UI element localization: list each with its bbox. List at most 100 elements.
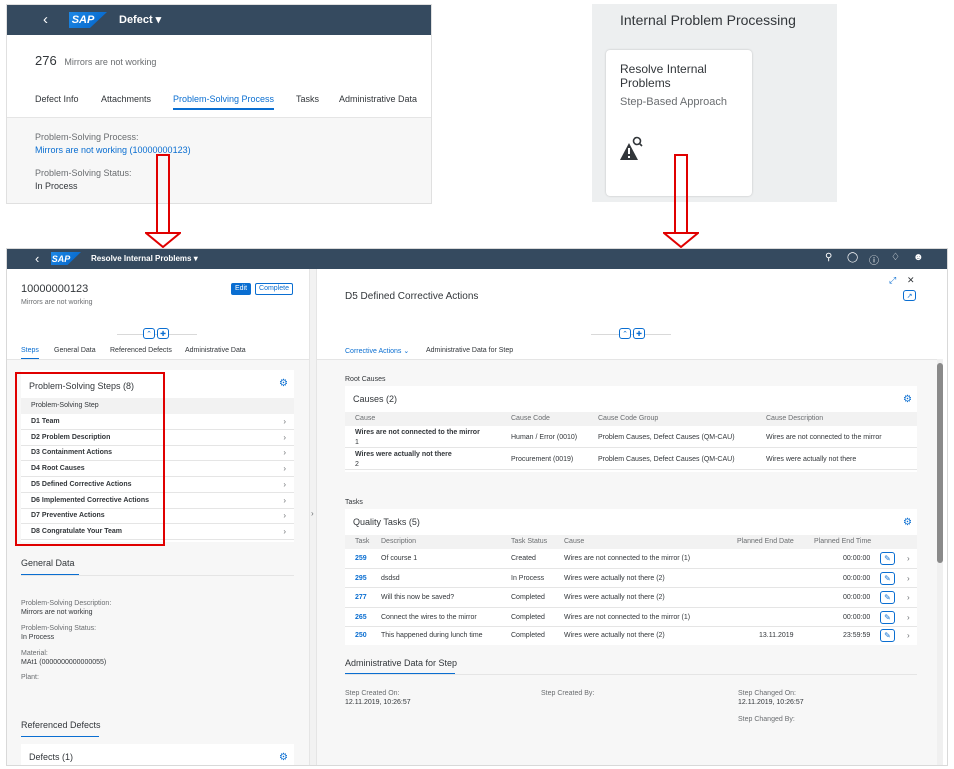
task-description: Connect the wires to the mirror xyxy=(381,613,477,621)
sap-logo: SAP xyxy=(51,252,81,265)
defect-shellbar: ‹ SAP Defect ▾ xyxy=(7,5,431,35)
task-row-4[interactable]: 265 Connect the wires to the mirror Comp… xyxy=(345,608,917,628)
edit-icon[interactable]: ✎ xyxy=(880,591,895,605)
pin-icon[interactable]: ✚ xyxy=(157,328,169,339)
back-icon[interactable]: ‹ xyxy=(43,11,48,28)
task-date: 13.11.2019 xyxy=(759,632,794,640)
created-on-value: 12.11.2019, 10:26:57 xyxy=(345,699,411,706)
cause-desc: Wires are not connected to the mirror xyxy=(766,434,882,441)
highlight-box xyxy=(15,372,165,546)
task-id-link[interactable]: 277 xyxy=(355,594,367,601)
tab-admin-data-for-step[interactable]: Administrative Data for Step xyxy=(426,347,513,354)
chevron-right-icon[interactable]: › xyxy=(907,574,910,583)
task-time: 00:00:00 xyxy=(843,555,871,562)
task-cause: Wires are not connected to the mirror (1… xyxy=(564,555,691,562)
search-icon[interactable]: ⚲ xyxy=(825,252,832,263)
chevron-right-icon[interactable]: › xyxy=(907,631,910,640)
tab-referenced-defects[interactable]: Referenced Defects xyxy=(110,347,172,354)
chevron-right-icon: › xyxy=(283,511,286,521)
task-row-5[interactable]: 250 This happened during lunch time Comp… xyxy=(345,627,917,645)
tab-attachments[interactable]: Attachments xyxy=(101,94,151,104)
left-column: 10000000123 Mirrors are not working Edit… xyxy=(7,269,309,765)
task-id-link[interactable]: 259 xyxy=(355,555,367,562)
tab-administrative-data[interactable]: Administrative Data xyxy=(339,94,417,104)
collapse-icon[interactable]: ⌃ xyxy=(143,328,155,339)
cause-row-1[interactable]: Wires are not connected to the mirror 1 … xyxy=(345,426,917,448)
task-status: Completed xyxy=(511,613,545,621)
settings-icon[interactable]: ◯ xyxy=(847,252,858,263)
task-row-2[interactable]: 295 dsdsd In Process Wires were actually… xyxy=(345,569,917,589)
task-id-link[interactable]: 295 xyxy=(355,575,367,582)
column-splitter[interactable]: › xyxy=(309,269,317,765)
tab-problem-solving-process[interactable]: Problem-Solving Process xyxy=(173,94,275,110)
launchpad-group: Internal Problem Processing Resolve Inte… xyxy=(592,4,837,202)
bell-icon[interactable]: ♢ xyxy=(891,252,900,263)
edit-icon[interactable]: ✎ xyxy=(880,629,895,643)
help-icon[interactable]: ⓘ xyxy=(869,252,879,267)
general-data-title: General Data xyxy=(21,558,75,568)
pin-icon[interactable]: ✚ xyxy=(633,328,645,339)
task-id-link[interactable]: 265 xyxy=(355,614,367,621)
defect-ps-section: Problem-Solving Process: Mirrors are not… xyxy=(7,117,431,203)
complete-button[interactable]: Complete xyxy=(255,283,293,295)
tab-steps[interactable]: Steps xyxy=(21,347,39,360)
defect-app-title[interactable]: Defect ▾ xyxy=(119,13,161,26)
collapse-icon[interactable]: ⌃ xyxy=(619,328,631,339)
back-icon[interactable]: ‹ xyxy=(35,251,39,266)
cause-group: Problem Causes, Defect Causes (QM-CAU) xyxy=(598,434,735,441)
settings-icon[interactable]: ⚙ xyxy=(279,378,288,389)
main-app-title[interactable]: Resolve Internal Problems ▾ xyxy=(91,254,198,263)
close-icon[interactable]: ✕ xyxy=(907,275,915,286)
chevron-right-icon[interactable]: › xyxy=(907,613,910,622)
tab-corrective-actions[interactable]: Corrective Actions ⌄ xyxy=(345,347,410,361)
cause-num: 2 xyxy=(355,461,359,468)
task-cause: Wires were actually not there (2) xyxy=(564,594,665,602)
task-row-1[interactable]: 259 Of course 1 Created Wires are not co… xyxy=(345,549,917,569)
tab-general-data[interactable]: General Data xyxy=(54,347,96,354)
field-ps-desc-value: Mirrors are not working xyxy=(21,609,93,616)
tasks-header-row: Task Description Task Status Cause Plann… xyxy=(345,535,917,549)
export-icon[interactable]: ↗ xyxy=(903,290,916,301)
chevron-right-icon: › xyxy=(283,432,286,442)
chevron-right-icon[interactable]: › xyxy=(907,593,910,602)
cause-row-2[interactable]: Wires were actually not there 2 Procurem… xyxy=(345,448,917,470)
edit-button[interactable]: Edit xyxy=(231,283,251,295)
task-description: Of course 1 xyxy=(381,555,418,562)
scrollbar-thumb[interactable] xyxy=(937,363,943,563)
cause-group: Problem Causes, Defect Causes (QM-CAU) xyxy=(598,456,735,463)
field-ps-status-value: In Process xyxy=(21,634,55,641)
tab-tasks[interactable]: Tasks xyxy=(296,94,319,104)
settings-icon[interactable]: ⚙ xyxy=(903,394,912,405)
sap-logo: SAP xyxy=(69,12,107,28)
task-row-3[interactable]: 277 Will this now be saved? Completed Wi… xyxy=(345,588,917,608)
main-shellbar: ‹ SAP Resolve Internal Problems ▾ ⚲ ◯ ⓘ … xyxy=(7,249,947,269)
changed-by-label: Step Changed By: xyxy=(738,716,795,723)
changed-on-value: 12.11.2019, 10:26:57 xyxy=(738,699,804,706)
settings-icon[interactable]: ⚙ xyxy=(279,752,288,763)
task-id-link[interactable]: 250 xyxy=(355,632,367,639)
chevron-right-icon[interactable]: › xyxy=(311,509,314,518)
expand-icon[interactable]: ⤢ xyxy=(889,275,896,286)
user-icon[interactable]: ☻ xyxy=(913,252,924,263)
edit-icon[interactable]: ✎ xyxy=(880,610,895,624)
col-cause: Cause xyxy=(564,538,585,545)
cause-text: Wires were actually not there xyxy=(355,451,452,458)
field-material-label: Material: xyxy=(21,650,48,657)
task-time: 00:00:00 xyxy=(843,594,871,602)
edit-icon[interactable]: ✎ xyxy=(880,571,895,585)
col-cause-code-group: Cause Code Group xyxy=(598,415,659,422)
qtasks-title: Quality Tasks (5) xyxy=(353,517,420,527)
field-ps-desc-label: Problem-Solving Description: xyxy=(21,600,112,607)
settings-icon[interactable]: ⚙ xyxy=(903,517,912,528)
tab-administrative-data[interactable]: Administrative Data xyxy=(185,347,246,354)
defects-card: Defects (1) ⚙ xyxy=(21,744,294,765)
cause-num: 1 xyxy=(355,439,359,446)
edit-icon[interactable]: ✎ xyxy=(880,552,895,565)
causes-title: Causes (2) xyxy=(353,394,398,404)
tab-defect-info[interactable]: Defect Info xyxy=(35,94,79,104)
col-planned-end-date: Planned End Date xyxy=(737,538,794,545)
defect-header: 276 Mirrors are not working xyxy=(35,53,156,68)
task-status: Completed xyxy=(511,632,545,640)
scrollbar[interactable] xyxy=(937,359,943,765)
chevron-right-icon[interactable]: › xyxy=(907,554,910,563)
